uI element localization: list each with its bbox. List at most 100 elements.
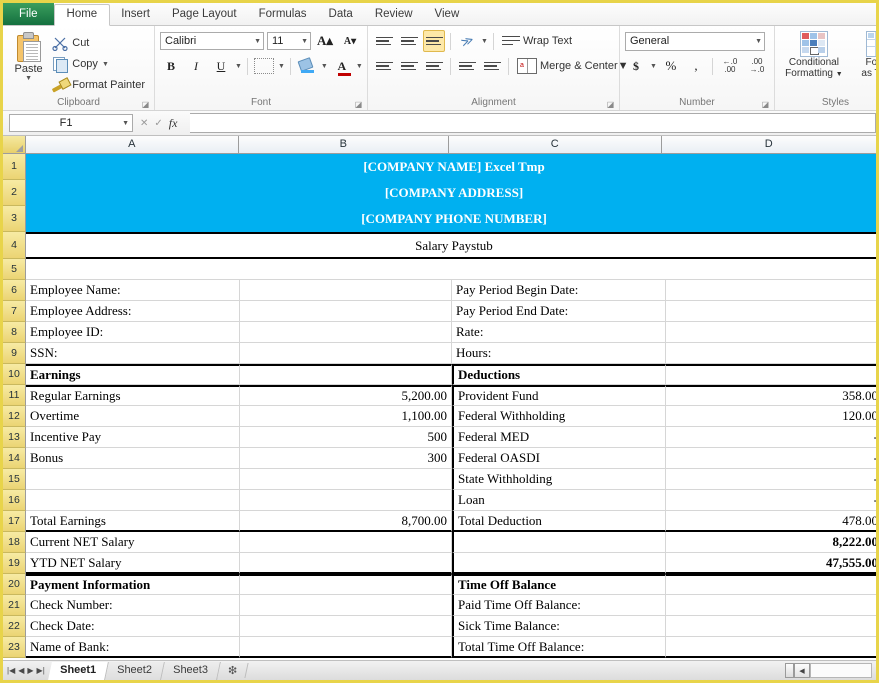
cell-a14[interactable]: Bonus	[26, 448, 240, 469]
align-top-button[interactable]	[373, 30, 395, 52]
row-header-22[interactable]: 22	[3, 616, 26, 637]
italic-button[interactable]: I	[185, 55, 207, 77]
cell-a4[interactable]: Salary Paystub	[26, 232, 876, 259]
cell-c17[interactable]: Total Deduction	[452, 511, 666, 532]
prev-sheet-icon[interactable]: ◀	[18, 666, 24, 675]
bold-button[interactable]: B	[160, 55, 182, 77]
tab-view[interactable]: View	[424, 4, 471, 25]
cell-empty-d6[interactable]	[666, 280, 876, 301]
cell-c6[interactable]: Pay Period Begin Date:	[452, 280, 666, 301]
align-middle-button[interactable]	[398, 30, 420, 52]
cell-a20[interactable]: Payment Information	[26, 574, 240, 595]
sheet-tab-sheet3[interactable]: Sheet3	[160, 661, 221, 680]
cell-empty-a15[interactable]	[26, 469, 240, 490]
cell-c13[interactable]: Federal MED	[452, 427, 666, 448]
row-header-9[interactable]: 9	[3, 343, 26, 364]
orientation-button[interactable]: ≫	[456, 30, 478, 52]
cell-a21[interactable]: Check Number:	[26, 595, 240, 616]
cell-a13[interactable]: Incentive Pay	[26, 427, 240, 448]
borders-dropdown-arrow[interactable]: ▼	[278, 63, 285, 70]
cell-empty-b19[interactable]	[240, 553, 452, 574]
column-header-a[interactable]: A	[26, 136, 239, 153]
tab-page-layout[interactable]: Page Layout	[161, 4, 248, 25]
cell-empty-b10[interactable]	[240, 364, 452, 385]
cell-b14[interactable]: 300	[240, 448, 452, 469]
copy-button[interactable]: Copy ▼	[49, 54, 149, 74]
cell-empty-a5[interactable]	[26, 259, 876, 280]
row-header-17[interactable]: 17	[3, 511, 26, 532]
cell-empty-b23[interactable]	[240, 637, 452, 658]
cell-c15[interactable]: State Withholding	[452, 469, 666, 490]
cell-a7[interactable]: Employee Address:	[26, 301, 240, 322]
cell-empty-d20[interactable]	[666, 574, 876, 595]
cell-c9[interactable]: Hours:	[452, 343, 666, 364]
fill-color-dropdown-arrow[interactable]: ▼	[321, 63, 328, 70]
cancel-entry-icon[interactable]: ✕	[140, 118, 148, 129]
underline-dropdown-arrow[interactable]: ▼	[235, 63, 242, 70]
cut-button[interactable]: Cut	[49, 33, 149, 53]
row-header-12[interactable]: 12	[3, 406, 26, 427]
cell-c11[interactable]: Provident Fund	[452, 385, 666, 406]
column-header-c[interactable]: C	[449, 136, 662, 153]
cell-a6[interactable]: Employee Name:	[26, 280, 240, 301]
percent-button[interactable]: %	[660, 55, 682, 77]
tab-file[interactable]: File	[3, 3, 54, 25]
cell-d15[interactable]: -	[666, 469, 876, 490]
cell-empty-d23[interactable]	[666, 637, 876, 658]
wrap-text-button[interactable]: Wrap Text	[499, 31, 575, 51]
cell-c16[interactable]: Loan	[452, 490, 666, 511]
row-header-18[interactable]: 18	[3, 532, 26, 553]
confirm-entry-icon[interactable]: ✓	[154, 118, 162, 129]
row-header-19[interactable]: 19	[3, 553, 26, 574]
cell-d16[interactable]: -	[666, 490, 876, 511]
cell-a12[interactable]: Overtime	[26, 406, 240, 427]
row-header-1[interactable]: 1	[3, 154, 26, 180]
cell-d17[interactable]: 478.00	[666, 511, 876, 532]
cell-empty-b20[interactable]	[240, 574, 452, 595]
formula-input[interactable]	[190, 113, 876, 133]
cell-empty-b6[interactable]	[240, 280, 452, 301]
cell-empty-d22[interactable]	[666, 616, 876, 637]
cell-c8[interactable]: Rate:	[452, 322, 666, 343]
align-center-button[interactable]	[398, 55, 420, 77]
row-header-8[interactable]: 8	[3, 322, 26, 343]
cell-empty-b18[interactable]	[240, 532, 452, 553]
cell-a23[interactable]: Name of Bank:	[26, 637, 240, 658]
cell-b17[interactable]: 8,700.00	[240, 511, 452, 532]
align-right-button[interactable]	[423, 55, 445, 77]
number-format-combo[interactable]: General ▼	[625, 31, 765, 51]
cell-c10[interactable]: Deductions	[452, 364, 666, 385]
sheet-tab-sheet1[interactable]: Sheet1	[47, 661, 109, 680]
number-dialog-launcher[interactable]: ◪	[761, 100, 770, 109]
cell-empty-d10[interactable]	[666, 364, 876, 385]
paste-button[interactable]: Paste ▼	[8, 30, 49, 82]
cell-empty-d21[interactable]	[666, 595, 876, 616]
tab-review[interactable]: Review	[364, 4, 424, 25]
scroll-trough[interactable]	[810, 663, 872, 678]
row-header-21[interactable]: 21	[3, 595, 26, 616]
cell-d18[interactable]: 8,222.00	[666, 532, 876, 553]
column-header-b[interactable]: B	[238, 136, 450, 153]
cell-c20[interactable]: Time Off Balance	[452, 574, 666, 595]
row-header-13[interactable]: 13	[3, 427, 26, 448]
cell-empty-d9[interactable]	[666, 343, 876, 364]
cell-empty-c19[interactable]	[452, 553, 666, 574]
font-dialog-launcher[interactable]: ◪	[354, 100, 363, 109]
cell-b12[interactable]: 1,100.00	[240, 406, 452, 427]
cell-c14[interactable]: Federal OASDI	[452, 448, 666, 469]
font-name-combo[interactable]: Calibri ▼	[160, 32, 264, 50]
cell-empty-b9[interactable]	[240, 343, 452, 364]
cell-a1[interactable]: [COMPANY NAME] Excel Tmp	[26, 154, 876, 180]
cell-a11[interactable]: Regular Earnings	[26, 385, 240, 406]
copy-dropdown-arrow[interactable]: ▼	[102, 61, 109, 68]
cell-d19[interactable]: 47,555.00	[666, 553, 876, 574]
borders-button[interactable]	[253, 55, 275, 77]
tab-data[interactable]: Data	[318, 4, 364, 25]
cell-empty-d8[interactable]	[666, 322, 876, 343]
tab-formulas[interactable]: Formulas	[248, 4, 318, 25]
column-header-d[interactable]: D	[661, 136, 876, 153]
decrease-indent-button[interactable]	[456, 55, 478, 77]
tab-split-grip[interactable]	[785, 663, 794, 678]
cell-d11[interactable]: 358.00	[666, 385, 876, 406]
cell-a3[interactable]: [COMPANY PHONE NUMBER]	[26, 206, 876, 232]
